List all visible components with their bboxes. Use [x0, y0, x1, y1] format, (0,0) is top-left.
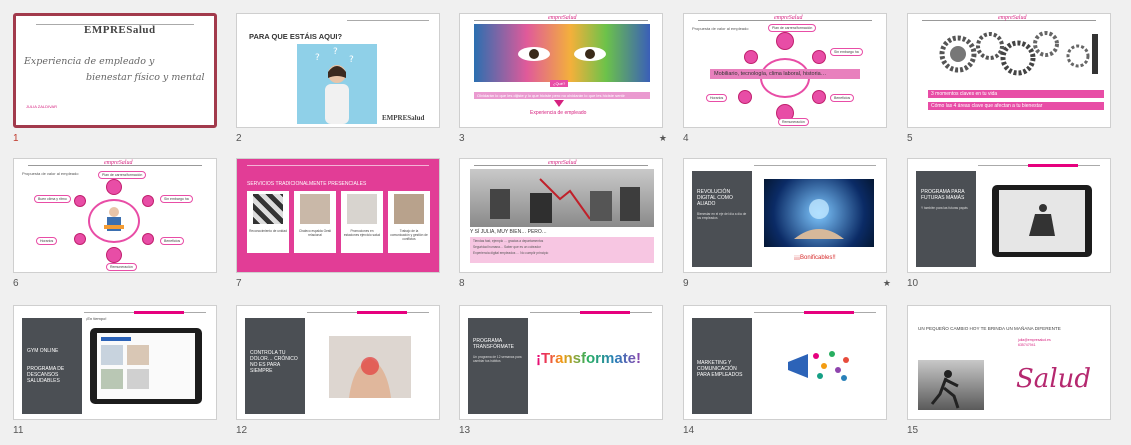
- slide-logo: EMPRESalud: [382, 114, 425, 122]
- slide-number: 10: [907, 278, 919, 289]
- slide-title: SERVICIOS TRADICIONALMENTE PRESENCIALES: [247, 181, 367, 187]
- slide-number: 11: [13, 425, 24, 436]
- slide-caption: Experiencia de empleado: [530, 110, 587, 116]
- slide-11-canvas: GYM ONLINE PROGRAMA DE DESCANSOS SALUDAB…: [13, 305, 217, 420]
- slide-number: 4: [683, 133, 689, 144]
- slide-dark-panel: PROGRAMA PARA FUTURAS MAMÁS Y también pa…: [916, 171, 976, 267]
- slide-7-canvas: SERVICIOS TRADICIONALMENTE PRESENCIALES …: [236, 158, 440, 273]
- transformate-wordart: ¡Transformate!: [536, 350, 642, 367]
- slide-number: 2: [236, 133, 242, 144]
- slide-logo: empreSalud: [774, 15, 803, 21]
- painted-face-photo: [474, 24, 650, 82]
- slide-2-canvas: PARA QUE ESTÁIS AQUI? ? ? ? EMPRESalud: [236, 13, 440, 128]
- service-card-2: Chaleco espalda Gesti relacional: [294, 191, 336, 253]
- slide-dark-panel: MARKETING Y COMUNICACIÓN PARA EMPLEADOS: [692, 318, 752, 414]
- slide-number: 8: [459, 278, 465, 289]
- slide-title: UN PEQUEÑO CAMBIO HOY TE BRINDA UN MAÑAN…: [918, 326, 1061, 331]
- slide-number: 1: [13, 133, 19, 144]
- svg-text:?: ?: [349, 55, 354, 65]
- slide-1-canvas: EMPRESalud Experiencia de empleado y bie…: [13, 13, 217, 128]
- slide-sorter: EMPRESalud Experiencia de empleado y bie…: [0, 0, 1131, 445]
- person-illustration: [102, 205, 126, 235]
- service-card-1: Reconocimiento de unidad: [247, 191, 289, 253]
- slide-heading: Y SÍ JULIA, MUY BIEN… PERO…: [470, 229, 547, 235]
- slide-4-canvas: empreSalud Propuesta de valor al emplead…: [683, 13, 887, 128]
- slide-logo: empreSalud: [104, 160, 133, 166]
- slide-number: 14: [683, 425, 695, 436]
- slide-logo: empreSalud: [998, 15, 1027, 21]
- slide-logo: empreSalud: [548, 15, 577, 21]
- gears-image: [928, 24, 1104, 84]
- slide-dark-panel: PROGRAMA TRANSFÓRMATE Un programa de 12 …: [468, 318, 528, 414]
- slide-logo: empreSalud: [548, 160, 577, 166]
- slide-title-line1: Experiencia de empleado y: [24, 56, 155, 67]
- slide-dark-panel: GYM ONLINE PROGRAMA DE DESCANSOS SALUDAB…: [22, 318, 82, 414]
- slide-6-canvas: empreSalud Propuesta de valor al emplead…: [13, 158, 217, 273]
- slide-number: 12: [236, 425, 248, 436]
- slide-3-canvas: empreSalud ¿Qué? Olvidarán lo que les di…: [459, 13, 663, 128]
- megaphone-icons-image: [782, 346, 854, 386]
- slide-caption: ¡¡¡Bonificables!!: [794, 255, 836, 261]
- slide-number: 5: [907, 133, 913, 144]
- slide-number: 6: [13, 278, 19, 289]
- slide-15-canvas: UN PEQUEÑO CAMBIO HOY TE BRINDA UN MAÑAN…: [907, 305, 1111, 420]
- down-arrow-icon: [554, 100, 564, 107]
- slide-dark-panel: REVOLUCIÓN DIGITAL COMO ALIADO Bienestar…: [692, 171, 752, 267]
- digital-hand-image: [764, 179, 874, 247]
- slide-heading: Propuesta de valor al empleado: [22, 171, 79, 176]
- slide-9-canvas: REVOLUCIÓN DIGITAL COMO ALIADO Bienestar…: [683, 158, 887, 273]
- slide-13-canvas: PROGRAMA TRANSFÓRMATE Un programa de 12 …: [459, 305, 663, 420]
- quote-bar: Olvidarán lo que les dijiste y lo que hi…: [474, 92, 650, 99]
- value-bar: Mobiliario, tecnología, clima laboral, h…: [710, 69, 860, 79]
- slide-title-line2: bienestar físico y mental: [86, 72, 205, 83]
- runner-sunset-photo: [918, 360, 984, 410]
- animation-star-icon: ★: [882, 278, 891, 288]
- quote-tag: ¿Qué?: [550, 80, 569, 87]
- bar-areas: Cómo las 4 áreas clave que afectan a tu …: [928, 102, 1104, 110]
- stressed-workers-photo: [470, 169, 654, 227]
- svg-text:?: ?: [333, 47, 338, 57]
- bar-moments: 3 momentos claves en tu vida: [928, 90, 1104, 98]
- service-card-3: Promociones en estaciones ejercicio salu…: [341, 191, 383, 253]
- slide-number: 9: [683, 278, 689, 289]
- service-card-4: Trabajo de la comunicación y gestión de …: [388, 191, 430, 253]
- tablet-image: [992, 185, 1092, 257]
- slide-number: 15: [907, 425, 919, 436]
- slide-10-canvas: PROGRAMA PARA FUTURAS MAMÁS Y también pa…: [907, 158, 1111, 273]
- slide-12-canvas: CONTROLA TU DOLOR… CRÓNICO NO ES PARA SI…: [236, 305, 440, 420]
- animation-star-icon: ★: [658, 133, 667, 143]
- slide-author: JULIA ZALDIVAR: [26, 104, 58, 109]
- slide-8-canvas: empreSalud Y SÍ JULIA, MUY BIEN… PERO… T…: [459, 158, 663, 273]
- slide-dark-panel: CONTROLA TU DOLOR… CRÓNICO NO ES PARA SI…: [245, 318, 305, 414]
- slide-5-canvas: empreSalud 3 momentos claves en tu vida …: [907, 13, 1111, 128]
- tablet-image: [90, 328, 202, 404]
- svg-text:?: ?: [315, 53, 320, 63]
- slide-logo: EMPRESalud: [84, 24, 156, 36]
- slide-number: 7: [236, 278, 242, 289]
- slide-heading: Propuesta de valor al empleado: [692, 26, 749, 31]
- contact-email: julia@empresalud.es: [1018, 338, 1051, 342]
- slide-14-canvas: MARKETING Y COMUNICACIÓN PARA EMPLEADOS: [683, 305, 887, 420]
- thinking-woman-photo: ? ? ?: [297, 44, 377, 124]
- salud-wordmark: Salud: [1016, 364, 1092, 394]
- neck-pain-photo: [329, 336, 411, 398]
- slide-number: 13: [459, 425, 471, 436]
- slide-title: PARA QUE ESTÁIS AQUI?: [249, 32, 343, 41]
- slide-number: 3: [459, 133, 465, 144]
- contact-phone: 635747941: [1018, 343, 1036, 347]
